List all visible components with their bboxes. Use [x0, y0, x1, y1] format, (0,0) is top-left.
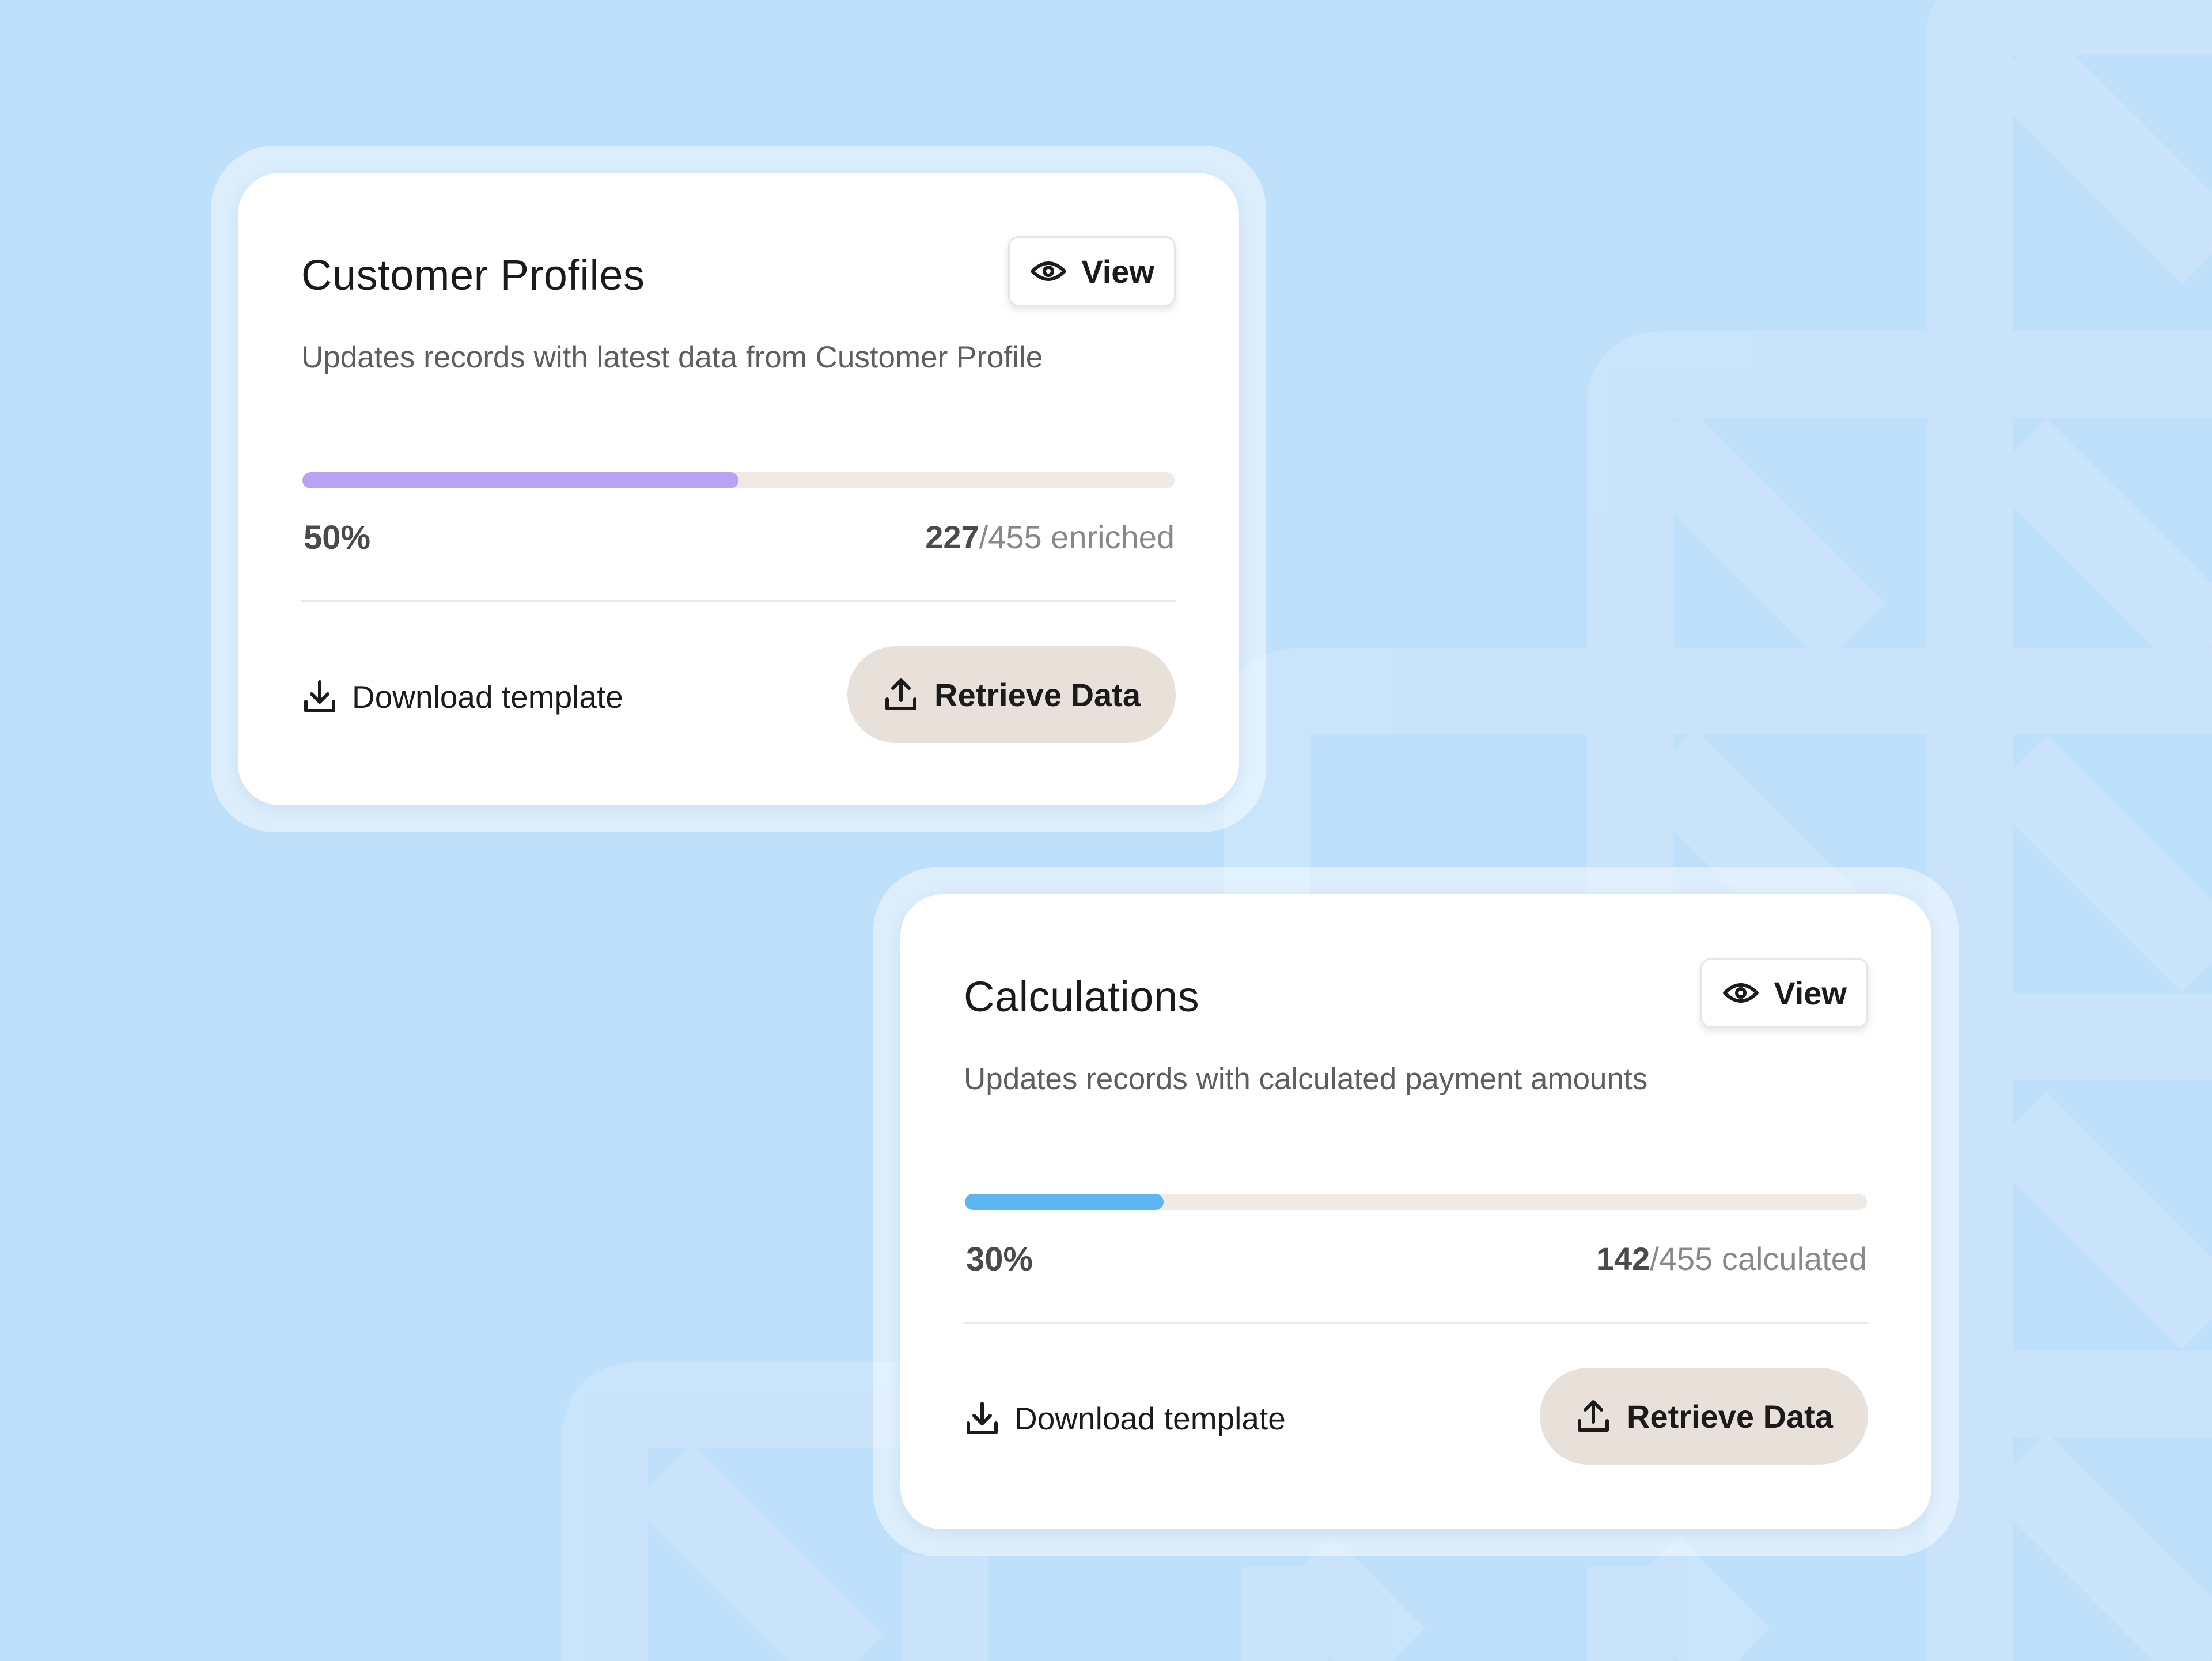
progress-percent: 50% [304, 519, 371, 556]
download-template-link[interactable]: Download template [301, 668, 623, 726]
progress-count: 227/455 enriched [925, 518, 1175, 556]
progress-bar [302, 472, 1175, 488]
card-description: Updates records with calculated payment … [964, 1062, 1648, 1096]
eye-icon [1723, 981, 1759, 1004]
progress-fill [302, 472, 738, 488]
progress-percent: 30% [966, 1241, 1033, 1278]
divider [301, 600, 1176, 602]
download-template-label: Download template [1014, 1401, 1286, 1436]
retrieve-data-label: Retrieve Data [934, 676, 1141, 713]
count-rest: /455 calculated [1650, 1241, 1867, 1277]
download-icon [964, 1400, 1001, 1437]
view-button[interactable]: View [1008, 236, 1176, 306]
upload-icon [882, 676, 919, 713]
retrieve-data-label: Retrieve Data [1627, 1398, 1833, 1435]
view-button-label: View [1774, 974, 1847, 1011]
progress-count: 142/455 calculated [1596, 1240, 1867, 1277]
download-template-label: Download template [352, 679, 623, 715]
progress-bar [965, 1194, 1867, 1210]
count-done: 142 [1596, 1241, 1650, 1277]
eye-icon [1031, 260, 1067, 283]
card-title: Calculations [964, 973, 1200, 1021]
retrieve-data-button[interactable]: Retrieve Data [847, 646, 1176, 743]
customer-profiles-card: Customer Profiles View Updates records w… [238, 173, 1239, 805]
view-button[interactable]: View [1700, 958, 1868, 1028]
divider [964, 1322, 1868, 1324]
view-button-label: View [1081, 253, 1154, 290]
upload-icon [1575, 1398, 1612, 1435]
count-rest: /455 enriched [979, 519, 1175, 555]
card-title: Customer Profiles [301, 251, 645, 299]
retrieve-data-button[interactable]: Retrieve Data [1540, 1368, 1868, 1465]
count-done: 227 [925, 519, 979, 555]
card-description: Updates records with latest data from Cu… [301, 340, 1043, 374]
calculations-card: Calculations View Updates records with c… [900, 894, 1931, 1529]
download-icon [301, 678, 338, 715]
progress-fill [965, 1194, 1164, 1210]
download-template-link[interactable]: Download template [964, 1390, 1286, 1447]
